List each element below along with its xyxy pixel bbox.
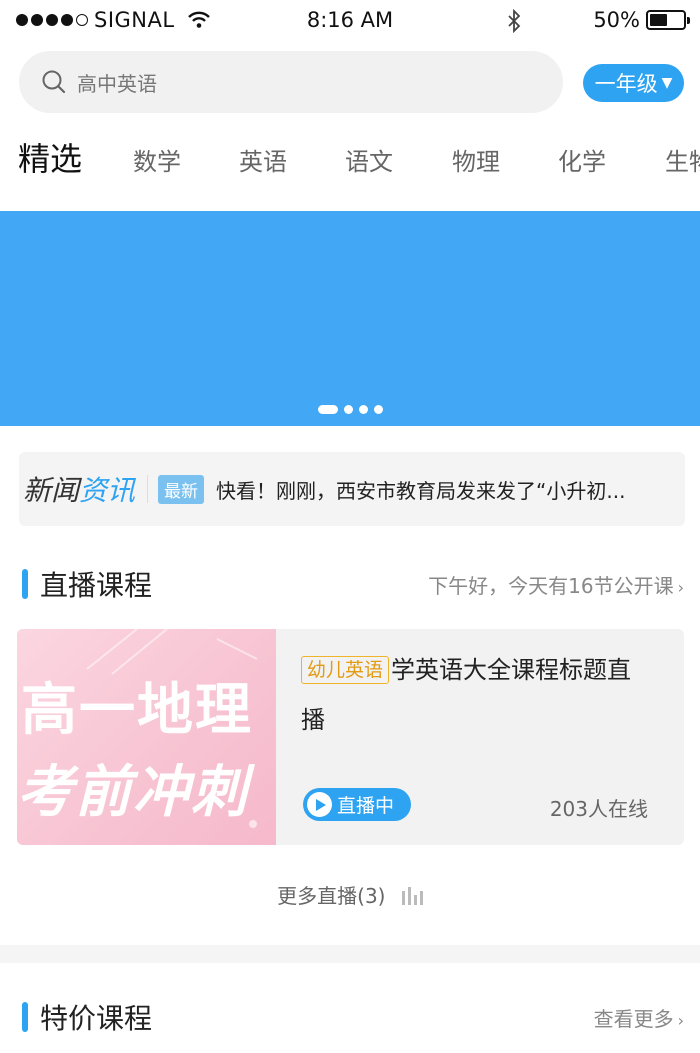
play-icon (307, 792, 332, 817)
online-count: 203人在线 (549, 797, 648, 821)
status-bar: SIGNAL 8:16 AM 50% (0, 0, 700, 44)
tab-english[interactable]: 英语 (239, 142, 287, 177)
news-logo-part2: 资讯 (79, 474, 136, 507)
tab-math[interactable]: 数学 (133, 142, 181, 177)
section-title: 特价课程 (40, 1002, 153, 1035)
divider (147, 475, 149, 503)
course-title-block: 幼儿英语 学英语大全课程标题直播 (301, 645, 641, 745)
section-accent-bar (22, 1002, 28, 1032)
search-input[interactable]: 高中英语 (77, 68, 157, 97)
live-bars-icon (401, 887, 423, 905)
special-more-text: 查看更多 (593, 1006, 674, 1031)
battery-indicator: 50% (593, 8, 690, 32)
tab-chinese[interactable]: 语文 (345, 142, 393, 177)
grade-label: 一年级 (594, 72, 658, 96)
banner-carousel[interactable] (0, 211, 700, 426)
course-info: 幼儿英语 学英语大全课程标题直播 (301, 645, 641, 745)
special-section-header: 特价课程 查看更多 › (22, 997, 684, 1037)
carousel-dot[interactable] (373, 405, 383, 414)
news-ticker[interactable]: 新闻资讯 最新 快看！刚刚，西安市教育局发来发了“小升初... (19, 452, 685, 526)
subject-tabs: 精选 数学 英语 语文 物理 化学 生物 (18, 140, 700, 196)
news-headline[interactable]: 快看！刚刚，西安市教育局发来发了“小升初... (216, 475, 674, 504)
caret-down-icon: ▼ (661, 75, 673, 91)
news-logo: 新闻资讯 (23, 469, 135, 509)
tab-featured[interactable]: 精选 (18, 140, 83, 180)
section-divider (0, 945, 700, 963)
news-badge: 最新 (158, 474, 205, 504)
carousel-dot[interactable] (343, 405, 353, 414)
tab-label: 生物 (665, 148, 700, 176)
thumbnail-text-line2: 考前冲刺 (17, 760, 249, 825)
live-more-link[interactable]: 下午好，今天有16节公开课 › (428, 570, 684, 599)
live-status-label: 直播中 (337, 795, 395, 817)
live-course-card[interactable]: 高一地理 考前冲刺 幼儿英语 学英语大全课程标题直播 直播中 203人在线 (17, 629, 684, 845)
tab-label: 物理 (452, 148, 500, 176)
course-thumbnail: 高一地理 考前冲刺 (17, 629, 276, 845)
tab-label: 英语 (239, 148, 287, 176)
chevron-right-icon: › (677, 1010, 684, 1030)
grade-dropdown[interactable]: 一年级 ▼ (583, 64, 684, 102)
bluetooth-icon (508, 9, 521, 33)
more-live-label: 更多直播(3) (277, 884, 386, 908)
search-bar[interactable]: 高中英语 (19, 51, 563, 113)
section-accent-bar (22, 569, 28, 599)
special-more-link[interactable]: 查看更多 › (594, 1003, 684, 1032)
category-tag: 幼儿英语 (301, 656, 390, 684)
chevron-right-icon: › (677, 577, 684, 597)
live-status-button[interactable]: 直播中 (303, 788, 411, 821)
more-live-link[interactable]: 更多直播(3) (0, 880, 700, 909)
tab-label: 化学 (558, 148, 606, 176)
section-title: 直播课程 (40, 569, 153, 602)
carousel-dot-active[interactable] (317, 405, 338, 414)
tab-label: 语文 (345, 148, 393, 176)
tab-biology[interactable]: 生物 (665, 142, 700, 177)
carousel-indicators (0, 405, 700, 414)
live-more-text: 下午好，今天有16节公开课 (428, 573, 674, 598)
battery-icon (646, 10, 690, 30)
tab-label: 精选 (18, 140, 83, 178)
tab-physics[interactable]: 物理 (452, 142, 500, 177)
live-section-header: 直播课程 下午好，今天有16节公开课 › (22, 564, 684, 604)
carousel-dot[interactable] (358, 405, 368, 414)
thumbnail-text-line1: 高一地理 (21, 678, 253, 743)
tab-label: 数学 (133, 148, 181, 176)
news-logo-part1: 新闻 (23, 474, 80, 507)
battery-percent: 50% (593, 8, 640, 32)
search-icon (42, 70, 66, 94)
tab-chemistry[interactable]: 化学 (558, 142, 606, 177)
